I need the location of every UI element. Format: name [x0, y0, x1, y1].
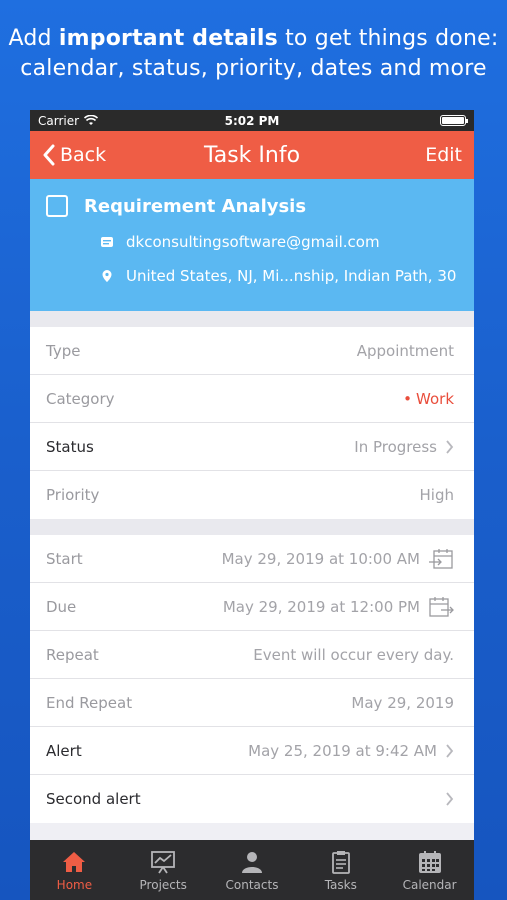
promo-headline: Add important details to get things done… [0, 24, 507, 84]
type-value: Appointment [356, 341, 454, 360]
tab-tasks[interactable]: Tasks [297, 850, 385, 892]
tab-contacts-label: Contacts [225, 878, 279, 892]
priority-label: Priority [46, 486, 100, 504]
status-value: In Progress [354, 437, 437, 456]
repeat-value: Event will occur every day. [253, 645, 454, 664]
back-label: Back [60, 144, 107, 166]
due-value-wrap: May 29, 2019 at 12:00 PM [223, 596, 454, 618]
tasks-icon [331, 851, 350, 874]
repeat-label: Repeat [46, 645, 99, 664]
calendar-start-icon[interactable] [428, 548, 454, 570]
type-label: Type [46, 341, 81, 360]
task-address: United States, NJ, Mi...nship, Indian Pa… [126, 267, 457, 285]
chevron-right-icon [446, 743, 454, 758]
due-row: Due May 29, 2019 at 12:00 PM [30, 583, 474, 631]
end-repeat-row: End Repeat May 29, 2019 [30, 679, 474, 727]
task-complete-checkbox[interactable] [46, 195, 68, 217]
start-row: Start May 29, 2019 at 10:00 AM [30, 535, 474, 583]
type-row: Type Appointment [30, 327, 474, 375]
location-pin-icon [102, 270, 112, 282]
alert-label: Alert [46, 741, 82, 760]
promo-line-1-bold: important details [58, 26, 278, 51]
promo-line-2: calendar, status, priority, dates and mo… [20, 56, 487, 81]
chevron-right-icon [446, 792, 454, 806]
due-label: Due [46, 597, 77, 616]
tab-bar: Home Projects Contacts Tasks Calendar [30, 840, 474, 900]
task-address-row[interactable]: United States, NJ, Mi...nship, Indian Pa… [100, 267, 458, 285]
status-label: Status [46, 437, 94, 456]
status-value-wrap: In Progress [354, 438, 454, 456]
task-title-row: Requirement Analysis [46, 195, 458, 217]
end-repeat-label: End Repeat [46, 693, 133, 712]
alert-value: May 25, 2019 at 9:42 AM [248, 741, 437, 760]
phone-screen: Carrier 5:02 PM Back Task Info Edit Requ… [30, 110, 474, 900]
battery-icon [440, 115, 468, 126]
tab-tasks-label: Tasks [324, 878, 357, 892]
chevron-right-icon [446, 439, 454, 454]
status-time: 5:02 PM [224, 113, 280, 128]
category-label: Category [46, 389, 115, 408]
tab-calendar-label: Calendar [402, 878, 457, 892]
promo-line-1-pre: Add [8, 26, 59, 51]
category-value-text: Work [416, 389, 454, 408]
contacts-icon [241, 852, 262, 873]
calendar-due-icon[interactable] [428, 596, 454, 618]
category-value: • Work [403, 390, 454, 408]
section-divider [30, 311, 474, 327]
task-email-row[interactable]: dkconsultingsoftware@gmail.com [100, 233, 458, 251]
promo-line-1: Add important details to get things done… [0, 24, 507, 54]
due-value: May 29, 2019 at 12:00 PM [222, 597, 420, 616]
end-repeat-value: May 29, 2019 [351, 693, 454, 712]
repeat-row: Repeat Event will occur every day. [30, 631, 474, 679]
promo-line-1-post: to get things done: [277, 26, 499, 51]
tab-projects[interactable]: Projects [119, 850, 207, 892]
alert-value-wrap: May 25, 2019 at 9:42 AM [248, 742, 454, 760]
task-header: Requirement Analysis dkconsultingsoftwar… [30, 179, 474, 311]
start-value-wrap: May 29, 2019 at 10:00 AM [222, 548, 454, 570]
tab-home[interactable]: Home [30, 850, 118, 892]
projects-icon [151, 851, 176, 874]
task-details-group: Type Appointment Category • Work Status I… [30, 327, 474, 519]
edit-button[interactable]: Edit [425, 144, 462, 166]
start-value: May 29, 2019 at 10:00 AM [221, 549, 420, 568]
tab-projects-label: Projects [139, 878, 187, 892]
category-row: Category • Work [30, 375, 474, 423]
tab-contacts[interactable]: Contacts [208, 850, 296, 892]
second-alert-label: Second alert [46, 790, 141, 808]
priority-value: High [419, 486, 454, 504]
category-bullet: • [403, 389, 413, 408]
priority-row: Priority High [30, 471, 474, 519]
email-icon [101, 237, 113, 247]
task-dates-group: Start May 29, 2019 at 10:00 AM Due May 2… [30, 535, 474, 823]
tab-home-label: Home [56, 878, 93, 892]
task-email: dkconsultingsoftware@gmail.com [126, 233, 380, 251]
navigation-bar: Back Task Info Edit [30, 131, 474, 179]
calendar-icon [418, 851, 441, 873]
task-title: Requirement Analysis [84, 195, 307, 217]
status-bar: Carrier 5:02 PM [30, 110, 474, 131]
tab-calendar[interactable]: Calendar [386, 850, 474, 892]
status-row[interactable]: Status In Progress [30, 423, 474, 471]
chevron-left-icon [43, 144, 55, 166]
back-button[interactable]: Back [42, 144, 106, 166]
second-alert-value-wrap [437, 792, 454, 806]
alert-row[interactable]: Alert May 25, 2019 at 9:42 AM [30, 727, 474, 775]
start-label: Start [46, 549, 83, 568]
home-icon [63, 852, 86, 872]
section-divider [30, 519, 474, 535]
second-alert-row[interactable]: Second alert [30, 775, 474, 823]
